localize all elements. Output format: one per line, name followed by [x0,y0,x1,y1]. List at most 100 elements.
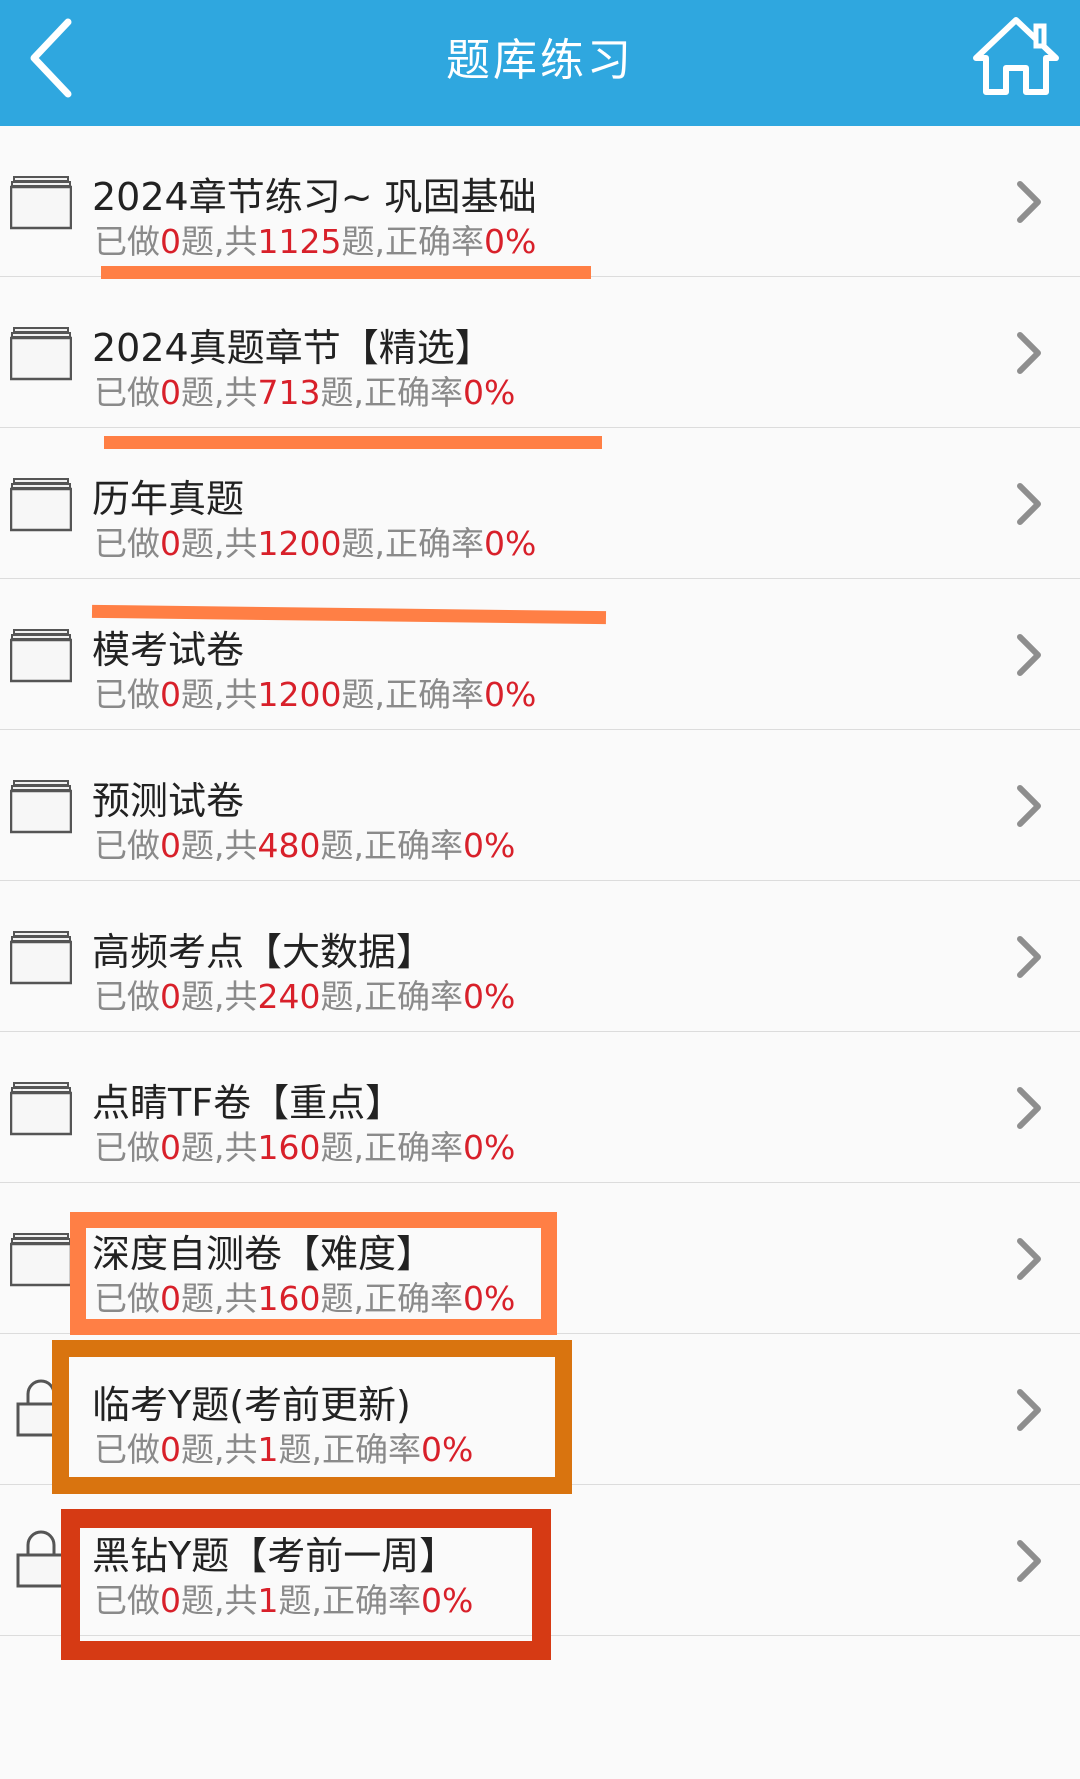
chevron-right-icon [1014,1237,1044,1281]
folder-icon [9,478,73,532]
done-prefix: 已做 [94,977,160,1016]
done-prefix: 已做 [94,1279,160,1318]
home-button[interactable] [970,14,1062,98]
folder-icon [9,780,73,834]
done-count: 0 [160,1128,181,1167]
list-item-title: 临考Y题(考前更新) [92,1383,411,1427]
list-item-stats: 已做0题,共1题,正确率0% [94,1430,473,1470]
folder-icon [9,1233,73,1287]
accuracy-rate: 0% [483,222,537,261]
done-prefix: 已做 [94,1128,160,1167]
list-item-title: 预测试卷 [92,779,245,823]
done-count: 0 [160,1430,181,1469]
chevron-right-icon [1014,935,1044,979]
accuracy-rate: 0% [463,977,516,1016]
back-chevron-icon [30,18,72,98]
home-icon [973,17,1059,95]
total-suffix: 题,正确率 [320,373,464,412]
done-count: 0 [160,524,181,563]
total-count: 480 [257,826,321,865]
list-item[interactable]: 高频考点【大数据】 已做0题,共240题,正确率0% [0,881,1080,1032]
list-item-stats: 已做0题,共1200题,正确率0% [94,675,536,715]
list-item[interactable]: 深度自测卷【难度】 已做0题,共160题,正确率0% [0,1183,1080,1334]
done-prefix: 已做 [94,373,160,412]
done-count: 0 [160,977,181,1016]
total-count: 1125 [257,222,342,261]
folder-icon [9,176,73,230]
chevron-right-icon [1014,1086,1044,1130]
accuracy-rate: 0% [463,1279,516,1318]
accuracy-rate: 0% [421,1430,474,1469]
total-suffix: 题,正确率 [278,1581,422,1620]
total-count: 1 [257,1430,279,1469]
total-suffix: 题,正确率 [320,826,464,865]
question-bank-list: 2024章节练习~ 巩固基础 已做0题,共1125题,正确率0% 2024真题章节【… [0,126,1080,1636]
list-item-stats: 已做0题,共1200题,正确率0% [94,524,536,564]
list-item[interactable]: 黑钻Y题【考前一周】 已做0题,共1题,正确率0% [0,1485,1080,1636]
chevron-right-icon [1014,784,1044,828]
done-suffix: 题,共 [181,826,258,865]
list-item[interactable]: 点睛TF卷【重点】 已做0题,共160题,正确率0% [0,1032,1080,1183]
accuracy-rate: 0% [463,1128,516,1167]
list-item[interactable]: 预测试卷 已做0题,共480题,正确率0% [0,730,1080,881]
done-count: 0 [160,1279,181,1318]
total-suffix: 题,正确率 [341,675,484,714]
list-item-stats: 已做0题,共713题,正确率0% [94,373,515,413]
list-item[interactable]: 临考Y题(考前更新) 已做0题,共1题,正确率0% [0,1334,1080,1485]
total-suffix: 题,正确率 [278,1430,422,1469]
app-header: 题库练习 [0,0,1080,126]
done-prefix: 已做 [94,826,160,865]
list-item-title: 历年真题 [92,477,245,521]
folder-icon [9,327,73,381]
list-item[interactable]: 历年真题 已做0题,共1200题,正确率0% [0,428,1080,579]
lock-icon [10,1527,72,1589]
total-count: 1 [257,1581,279,1620]
done-suffix: 题,共 [181,524,258,563]
total-suffix: 题,正确率 [341,524,484,563]
list-item-stats: 已做0题,共1125题,正确率0% [94,222,536,262]
done-prefix: 已做 [94,1430,160,1469]
list-item-title: 深度自测卷【难度】 [92,1232,435,1276]
accuracy-rate: 0% [483,675,537,714]
done-count: 0 [160,675,181,714]
accuracy-rate: 0% [421,1581,474,1620]
done-prefix: 已做 [94,222,160,261]
done-count: 0 [160,826,181,865]
chevron-right-icon [1014,1539,1044,1583]
page-title: 题库练习 [446,35,634,86]
done-suffix: 题,共 [181,1430,258,1469]
done-prefix: 已做 [94,524,160,563]
total-suffix: 题,正确率 [320,1128,464,1167]
list-item[interactable]: 2024章节练习~ 巩固基础 已做0题,共1125题,正确率0% [0,126,1080,277]
done-suffix: 题,共 [181,977,258,1016]
list-item-title: 模考试卷 [92,628,245,672]
chevron-right-icon [1014,180,1044,224]
done-suffix: 题,共 [181,373,258,412]
done-suffix: 题,共 [181,222,258,261]
total-count: 240 [257,977,321,1016]
accuracy-rate: 0% [483,524,537,563]
list-item-title: 黑钻Y题【考前一周】 [92,1534,458,1578]
list-item-stats: 已做0题,共160题,正确率0% [94,1279,515,1319]
chevron-right-icon [1014,633,1044,677]
total-count: 160 [257,1128,321,1167]
total-count: 1200 [257,675,342,714]
list-item[interactable]: 模考试卷 已做0题,共1200题,正确率0% [0,579,1080,730]
total-suffix: 题,正确率 [320,1279,464,1318]
done-suffix: 题,共 [181,675,258,714]
done-prefix: 已做 [94,675,160,714]
back-button[interactable] [22,14,82,98]
total-count: 160 [257,1279,321,1318]
chevron-right-icon [1014,482,1044,526]
total-count: 713 [257,373,321,412]
list-item-stats: 已做0题,共160题,正确率0% [94,1128,515,1168]
list-item[interactable]: 2024真题章节【精选】 已做0题,共713题,正确率0% [0,277,1080,428]
total-suffix: 题,正确率 [320,977,464,1016]
done-prefix: 已做 [94,1581,160,1620]
list-item-stats: 已做0题,共240题,正确率0% [94,977,515,1017]
total-suffix: 题,正确率 [341,222,484,261]
list-item-title: 2024真题章节【精选】 [92,326,493,370]
done-suffix: 题,共 [181,1581,258,1620]
total-count: 1200 [257,524,342,563]
chevron-right-icon [1014,331,1044,375]
